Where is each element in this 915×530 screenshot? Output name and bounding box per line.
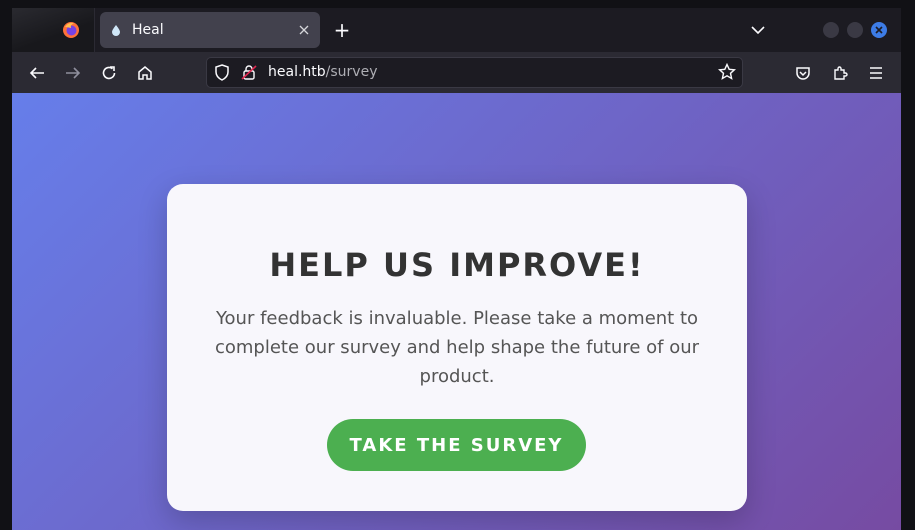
home-icon[interactable] xyxy=(132,60,158,86)
take-survey-button[interactable]: TAKE THE SURVEY xyxy=(327,419,586,471)
water-drop-icon xyxy=(110,24,122,36)
navigation-toolbar: heal.htb/survey xyxy=(12,52,901,93)
url-text[interactable]: heal.htb/survey xyxy=(268,64,377,80)
page-content: HELP US IMPROVE! Your feedback is invalu… xyxy=(12,93,901,530)
menu-hamburger-icon[interactable] xyxy=(863,60,889,86)
tab-heal[interactable]: Heal xyxy=(100,12,320,48)
close-tab-icon[interactable] xyxy=(292,18,316,42)
page-description: Your feedback is invaluable. Please take… xyxy=(214,308,700,387)
extensions-puzzle-icon[interactable] xyxy=(827,60,853,86)
maximize-button[interactable] xyxy=(847,22,863,38)
insecure-lock-icon[interactable] xyxy=(241,64,257,85)
page-heading: HELP US IMPROVE! xyxy=(269,246,645,284)
tracking-shield-icon[interactable] xyxy=(214,64,230,85)
back-arrow-icon[interactable] xyxy=(24,60,50,86)
forward-arrow-icon[interactable] xyxy=(60,60,86,86)
close-window-button[interactable] xyxy=(871,22,887,38)
minimize-button[interactable] xyxy=(823,22,839,38)
firefox-logo-icon[interactable] xyxy=(12,8,95,52)
url-path: /survey xyxy=(325,64,378,80)
tab-title: Heal xyxy=(132,22,164,38)
chevron-down-icon[interactable] xyxy=(744,18,772,42)
reload-icon[interactable] xyxy=(96,60,122,86)
url-host: heal.htb xyxy=(268,64,326,80)
survey-card: HELP US IMPROVE! Your feedback is invalu… xyxy=(167,184,747,511)
pocket-icon[interactable] xyxy=(790,60,816,86)
browser-window: Heal + heal.htb/survey HELP US IMPROVE! … xyxy=(12,8,901,530)
tab-strip: Heal + xyxy=(12,8,901,52)
bookmark-star-icon[interactable] xyxy=(717,62,737,85)
address-bar[interactable]: heal.htb/survey xyxy=(206,57,743,88)
new-tab-button[interactable]: + xyxy=(328,18,356,42)
